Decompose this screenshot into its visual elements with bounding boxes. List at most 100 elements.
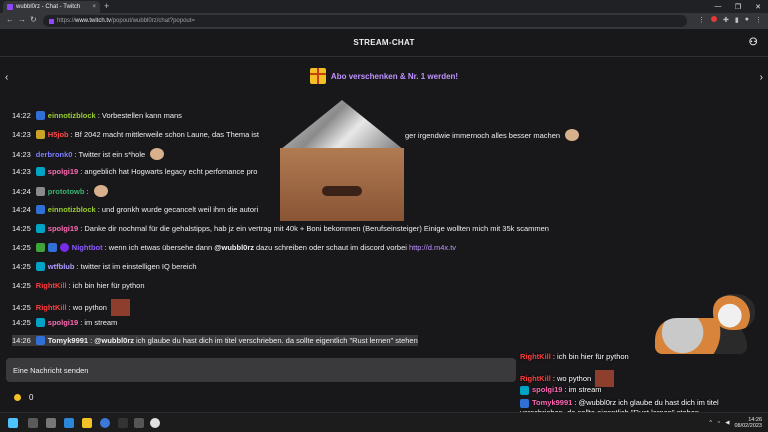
- minimize-window-button[interactable]: —: [708, 0, 728, 13]
- emote-icon[interactable]: [110, 299, 130, 316]
- chat-message[interactable]: 14:25 spolgi19: Danke dir nochmal für die…: [12, 223, 549, 234]
- menu-icon[interactable]: ⋮: [755, 16, 762, 24]
- user-badge-icon: [520, 398, 529, 408]
- user-badge-icon[interactable]: [35, 336, 45, 345]
- user-badge-icon[interactable]: [35, 243, 45, 252]
- message-username[interactable]: H5job: [48, 129, 69, 140]
- chat-message[interactable]: 14:25 wtfblub: twitter ist im einstellige…: [12, 261, 197, 272]
- chat-message[interactable]: 14:26 Tomyk9991: @wubbl0rz ich glaube du …: [12, 335, 418, 346]
- overlay-text: : ich bin hier für python: [552, 352, 629, 361]
- tinfoil-hat: [280, 100, 404, 150]
- network-icon[interactable]: ◔: [717, 420, 720, 426]
- chat-message[interactable]: 14:23 H5job: Bf 2042 macht mittlerweile s…: [12, 129, 259, 140]
- search-icon[interactable]: [28, 418, 38, 428]
- chat-message[interactable]: 14:23 derbronk0: Twitter ist ein s*hole: [12, 148, 165, 160]
- message-username[interactable]: Nightbot: [72, 242, 103, 253]
- chat-message[interactable]: 14:25 RightKill: wo python: [12, 299, 130, 316]
- user-badge-icon[interactable]: [35, 224, 45, 233]
- puzzle-icon[interactable]: ✚: [723, 16, 729, 24]
- store-icon[interactable]: [64, 418, 74, 428]
- chat-message[interactable]: 14:23 spolgi19: angeblich hat Hogwarts le…: [12, 166, 257, 177]
- profile-icon[interactable]: ●: [745, 16, 749, 24]
- gift-sub-promo[interactable]: Abo verschenken & Nr. 1 werden!: [0, 57, 768, 95]
- user-badge-icon[interactable]: [47, 243, 57, 252]
- message-username[interactable]: spolgi19: [48, 223, 78, 234]
- chevron-left-icon[interactable]: ‹: [5, 72, 8, 83]
- close-window-button[interactable]: ✕: [748, 0, 768, 13]
- user-badge-icon[interactable]: [35, 262, 45, 271]
- emote-icon[interactable]: [93, 185, 108, 197]
- windows-taskbar: ^ ◔ ◀ 14:26 08/02/2023: [0, 412, 768, 432]
- emote-overlay-image: [280, 100, 404, 221]
- forward-arrow-icon[interactable]: →: [18, 15, 26, 24]
- browser-tab[interactable]: wubbl0rz - Chat - Twitch ×: [3, 1, 100, 13]
- message-text: : twitter ist im einstelligen IQ bereich: [76, 262, 197, 271]
- user-badge-icon[interactable]: [35, 130, 45, 139]
- chrome-icon[interactable]: [150, 418, 160, 428]
- emote-icon[interactable]: [565, 129, 580, 141]
- user-badge-icon[interactable]: [35, 318, 45, 327]
- message-mention[interactable]: @wubbl0rz: [94, 335, 134, 346]
- chat-message[interactable]: 14:25 Nightbot: wenn ich etwas übersehe d…: [12, 242, 456, 253]
- user-badge-icon[interactable]: [35, 111, 45, 120]
- message-username[interactable]: derbronk0: [36, 149, 73, 160]
- message-username[interactable]: RightKill: [36, 302, 67, 313]
- message-text: : Twitter ist ein s*hole: [74, 149, 146, 159]
- chat-message[interactable]: 14:24 einnotizblock: und gronkh wurde gec…: [12, 204, 258, 215]
- chat-message[interactable]: 14:25 RightKill: ich bin hier für python: [12, 280, 145, 291]
- message-text: : angeblich hat Hogwarts legacy echt per…: [80, 167, 258, 176]
- reload-icon[interactable]: ↻: [30, 15, 37, 24]
- chat-message[interactable]: 14:22 einnotizblock: Vorbestellen kann ma…: [12, 110, 182, 121]
- message-timestamp: 14:26: [12, 336, 31, 345]
- message-mention[interactable]: @wubbl0rz: [214, 242, 254, 253]
- browser-toolbar: ← → ↻ https://www.twitch.tv/popout/wubbl…: [0, 13, 768, 29]
- message-text: : im stream: [80, 318, 118, 327]
- twitch-favicon-icon: [7, 4, 13, 10]
- user-badge-icon[interactable]: [59, 243, 69, 252]
- edge-icon[interactable]: [100, 418, 110, 428]
- clock[interactable]: 14:26 08/02/2023: [734, 417, 762, 429]
- message-username[interactable]: einnotizblock: [48, 110, 96, 121]
- message-text: : Vorbestellen kann mans: [97, 111, 182, 120]
- user-badge-icon[interactable]: [35, 205, 45, 214]
- message-username[interactable]: wtfblub: [48, 261, 75, 272]
- user-badge-icon[interactable]: [35, 186, 45, 196]
- message-text: :: [86, 186, 89, 196]
- app-icon[interactable]: [134, 418, 144, 428]
- chat-message[interactable]: 14:25 spolgi19: im stream: [12, 317, 117, 328]
- taskview-icon[interactable]: [46, 418, 56, 428]
- chat-input-placeholder: Eine Nachricht senden: [13, 365, 89, 375]
- explorer-icon[interactable]: [82, 418, 92, 428]
- message-username[interactable]: spolgi19: [48, 166, 78, 177]
- channel-points[interactable]: 0: [14, 393, 33, 402]
- emote-icon[interactable]: [150, 148, 165, 160]
- volume-icon[interactable]: ◀: [725, 420, 729, 426]
- user-badge-icon[interactable]: [35, 167, 45, 176]
- chat-input[interactable]: Eine Nachricht senden: [6, 358, 516, 382]
- message-link[interactable]: http://d.m4x.tv: [409, 242, 456, 253]
- new-tab-button[interactable]: +: [104, 1, 109, 11]
- terminal-icon[interactable]: [118, 418, 128, 428]
- message-username[interactable]: prototowb: [48, 186, 85, 197]
- maximize-window-button[interactable]: ❐: [728, 0, 748, 13]
- extension-icon[interactable]: [711, 16, 718, 22]
- message-username[interactable]: Tomyk9991: [48, 335, 88, 346]
- system-tray: ^ ◔ ◀ 14:26 08/02/2023: [709, 417, 762, 429]
- message-text-continued: dazu schreiben oder schaut im discord vo…: [256, 243, 407, 252]
- back-arrow-icon[interactable]: ←: [6, 15, 14, 24]
- overlay-chat-line: spolgi19: im stream: [520, 385, 602, 395]
- message-username[interactable]: spolgi19: [48, 317, 78, 328]
- overlay-username: Tomyk9991: [532, 398, 573, 407]
- address-bar[interactable]: https://www.twitch.tv/popout/wubbl0rz/ch…: [43, 15, 687, 27]
- chevron-right-icon[interactable]: ›: [760, 72, 763, 83]
- share-icon[interactable]: ⋮: [698, 16, 705, 24]
- tray-arrow-icon[interactable]: ^: [709, 420, 712, 426]
- sidepanel-icon[interactable]: ▮: [735, 16, 739, 24]
- chat-message[interactable]: 14:24 prototowb:: [12, 185, 108, 197]
- overlay-text: : @wubbl0rz ich glaube du hast dich im t…: [574, 398, 719, 407]
- message-username[interactable]: einnotizblock: [48, 204, 96, 215]
- message-username[interactable]: RightKill: [36, 280, 67, 291]
- tab-close-icon[interactable]: ×: [92, 4, 96, 10]
- start-icon[interactable]: [8, 418, 18, 428]
- users-icon[interactable]: ⚇: [749, 37, 758, 48]
